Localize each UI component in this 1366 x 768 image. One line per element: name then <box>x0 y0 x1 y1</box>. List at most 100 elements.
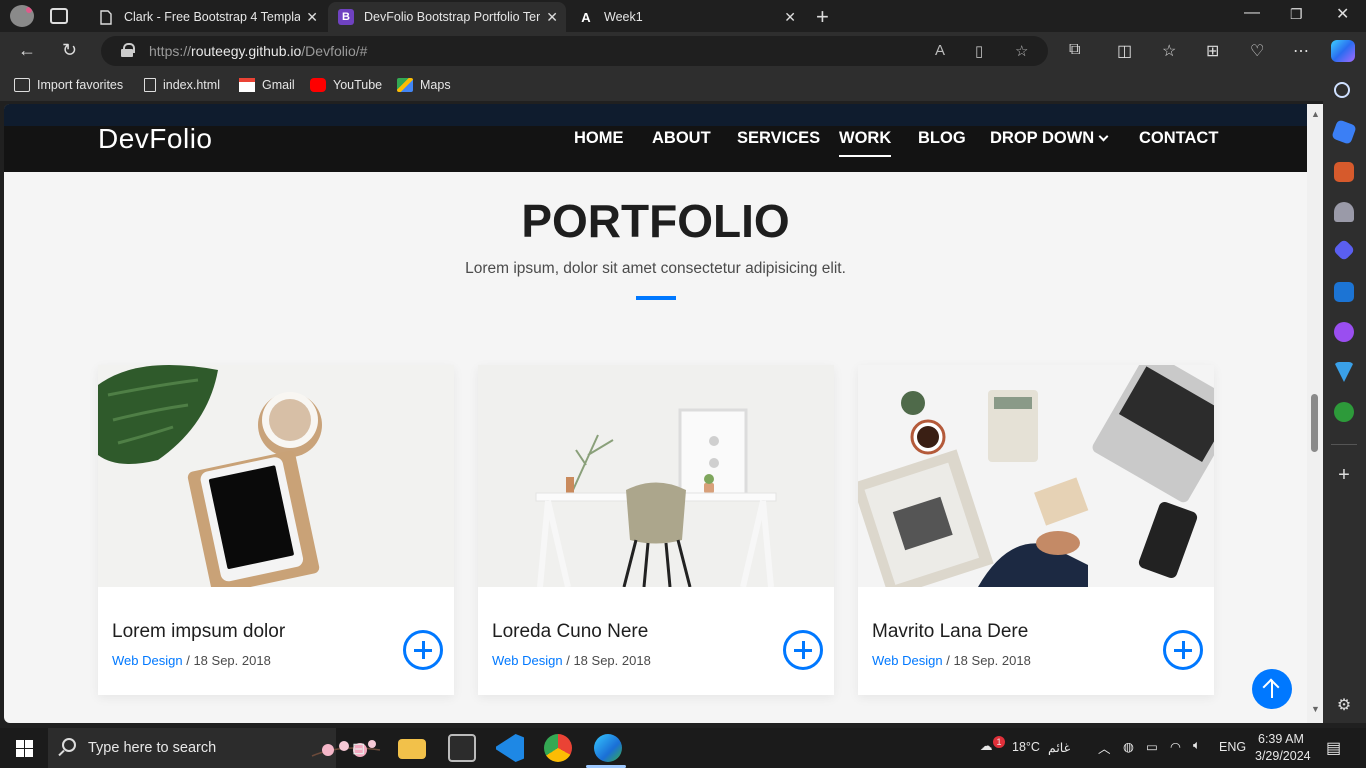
copilot-icon[interactable] <box>1331 40 1355 62</box>
games-icon[interactable] <box>1334 202 1354 222</box>
language-indicator[interactable]: ENG <box>1219 740 1246 754</box>
battery-icon[interactable]: ▭ <box>1146 739 1158 754</box>
card-image-tablet[interactable] <box>98 365 454 587</box>
card-category-link[interactable]: Web Design <box>492 653 563 668</box>
edge-icon[interactable] <box>594 734 622 762</box>
vscode-icon[interactable] <box>496 734 524 762</box>
settings-gear-icon[interactable]: ⚙ <box>1334 696 1354 716</box>
drop-icon[interactable] <box>1334 362 1354 382</box>
favorite-star-icon[interactable]: ☆ <box>1015 42 1028 60</box>
close-window-icon[interactable]: ✕ <box>1336 4 1349 24</box>
section-subtitle: Lorem ipsum, dolor sit amet consectetur … <box>465 260 846 277</box>
close-tab-icon[interactable]: ✕ <box>784 9 796 26</box>
favorite-maps[interactable]: Maps <box>397 78 451 92</box>
tab-actions-icon[interactable] <box>50 8 68 24</box>
card-title[interactable]: Lorem impsum dolor <box>112 621 285 643</box>
page-scrollbar[interactable]: ▲ ▼ <box>1307 104 1323 723</box>
card-meta: Web Design / 18 Sep. 2018 <box>112 653 271 668</box>
task-view-icon[interactable]: ⊟ <box>352 739 365 759</box>
designer-icon[interactable] <box>1334 322 1354 342</box>
shopping-tag-icon[interactable] <box>1331 119 1357 145</box>
nav-dropdown[interactable]: DROP DOWN <box>990 129 1109 148</box>
profile-avatar[interactable] <box>10 5 34 27</box>
back-to-top-button[interactable] <box>1252 669 1292 709</box>
copilot-app-icon[interactable] <box>1332 238 1356 262</box>
refresh-icon[interactable]: ↻ <box>62 40 77 61</box>
weather-desc[interactable]: غائم <box>1048 740 1070 755</box>
weather-cloud-icon[interactable]: ☁ <box>980 738 993 753</box>
plus-circle-icon[interactable] <box>1163 630 1203 670</box>
chrome-icon[interactable] <box>544 734 572 762</box>
plus-circle-icon[interactable] <box>403 630 443 670</box>
favorite-import[interactable]: Import favorites <box>14 78 123 92</box>
close-tab-icon[interactable]: ✕ <box>546 9 558 26</box>
favorite-gmail[interactable]: Gmail <box>239 78 295 92</box>
more-menu-icon[interactable]: ⋯ <box>1293 41 1309 61</box>
minimize-icon[interactable]: — <box>1244 4 1260 22</box>
search-icon <box>62 738 76 752</box>
windows-taskbar: Type here to search ⊟ ☁ 1 18°C غائم ︿ ◍ … <box>0 728 1366 768</box>
address-bar[interactable]: https://routeegy.github.io/Devfolio/# A … <box>101 36 1048 66</box>
extensions-icon[interactable]: ⧉ <box>1069 41 1080 59</box>
plus-circle-icon[interactable] <box>783 630 823 670</box>
portfolio-card[interactable]: Lorem impsum dolor Web Design / 18 Sep. … <box>98 365 454 695</box>
network-location-icon[interactable]: ◍ <box>1123 739 1134 754</box>
nav-home[interactable]: HOME <box>574 129 624 148</box>
tab-devfolio[interactable]: B DevFolio Bootstrap Portfolio Tem ✕ <box>328 2 566 32</box>
nav-work[interactable]: WORK <box>839 129 892 157</box>
nav-contact[interactable]: CONTACT <box>1139 129 1218 148</box>
tree-icon[interactable] <box>1334 402 1354 422</box>
clock-date[interactable]: 3/29/2024 <box>1255 749 1311 763</box>
card-image-desk[interactable] <box>478 365 834 587</box>
tab-clark[interactable]: Clark - Free Bootstrap 4 Template ✕ <box>88 2 326 32</box>
tray-overflow-icon[interactable]: ︿ <box>1098 738 1111 757</box>
favorite-index[interactable]: index.html <box>144 78 220 92</box>
nav-blog[interactable]: BLOG <box>918 129 966 148</box>
card-title[interactable]: Mavrito Lana Dere <box>872 621 1028 643</box>
calendar-app-icon[interactable] <box>448 734 476 762</box>
portfolio-card[interactable]: Loreda Cuno Nere Web Design / 18 Sep. 20… <box>478 365 834 695</box>
gmail-icon <box>239 78 255 92</box>
address-toolbar: ← ↻ https://routeegy.github.io/Devfolio/… <box>0 32 1366 70</box>
tab-title: DevFolio Bootstrap Portfolio Tem <box>364 10 540 24</box>
add-icon[interactable]: + <box>1334 465 1354 486</box>
site-brand[interactable]: DevFolio <box>98 123 212 155</box>
nav-services[interactable]: SERVICES <box>737 129 820 148</box>
scroll-down-icon[interactable]: ▼ <box>1311 704 1320 714</box>
tab-week1[interactable]: A Week1 ✕ <box>568 2 804 32</box>
clock-time[interactable]: 6:39 AM <box>1258 732 1304 746</box>
weather-temp[interactable]: 18°C <box>1012 740 1040 754</box>
search-icon[interactable] <box>1334 82 1350 98</box>
card-category-link[interactable]: Web Design <box>112 653 183 668</box>
immersive-reader-icon[interactable]: ▯ <box>975 42 983 60</box>
favorites-icon[interactable]: ☆ <box>1162 41 1176 61</box>
favorite-label: YouTube <box>333 78 383 92</box>
portfolio-card[interactable]: Mavrito Lana Dere Web Design / 18 Sep. 2… <box>858 365 1214 695</box>
windows-start-icon[interactable] <box>16 740 33 757</box>
favorite-label: index.html <box>163 78 220 92</box>
back-icon[interactable]: ← <box>18 40 36 61</box>
outlook-icon[interactable] <box>1334 282 1354 302</box>
scroll-thumb[interactable] <box>1311 394 1318 452</box>
collections-icon[interactable]: ⊞ <box>1206 41 1219 61</box>
read-aloud-icon[interactable]: A <box>935 42 945 59</box>
card-category-link[interactable]: Web Design <box>872 653 943 668</box>
tools-briefcase-icon[interactable] <box>1334 162 1354 182</box>
close-tab-icon[interactable]: ✕ <box>306 9 318 26</box>
performance-icon[interactable]: ♡ <box>1250 41 1264 61</box>
card-title[interactable]: Loreda Cuno Nere <box>492 621 648 643</box>
taskbar-search[interactable]: Type here to search <box>48 728 381 768</box>
volume-icon[interactable]: 🔈︎ <box>1193 738 1201 753</box>
notifications-icon[interactable]: ▤ <box>1326 738 1341 758</box>
url-text[interactable]: https://routeegy.github.io/Devfolio/# <box>149 43 367 59</box>
scroll-up-icon[interactable]: ▲ <box>1311 109 1320 119</box>
wifi-icon[interactable]: ◠ <box>1170 739 1181 754</box>
nav-about[interactable]: ABOUT <box>652 129 711 148</box>
restore-icon[interactable]: ❐ <box>1290 6 1303 23</box>
favorite-youtube[interactable]: YouTube <box>310 78 382 92</box>
split-screen-icon[interactable]: ◫ <box>1117 41 1132 61</box>
search-placeholder: Type here to search <box>88 740 217 756</box>
new-tab-icon[interactable]: + <box>816 4 829 30</box>
file-explorer-icon[interactable] <box>398 739 426 759</box>
card-image-business-desk[interactable] <box>858 365 1214 587</box>
